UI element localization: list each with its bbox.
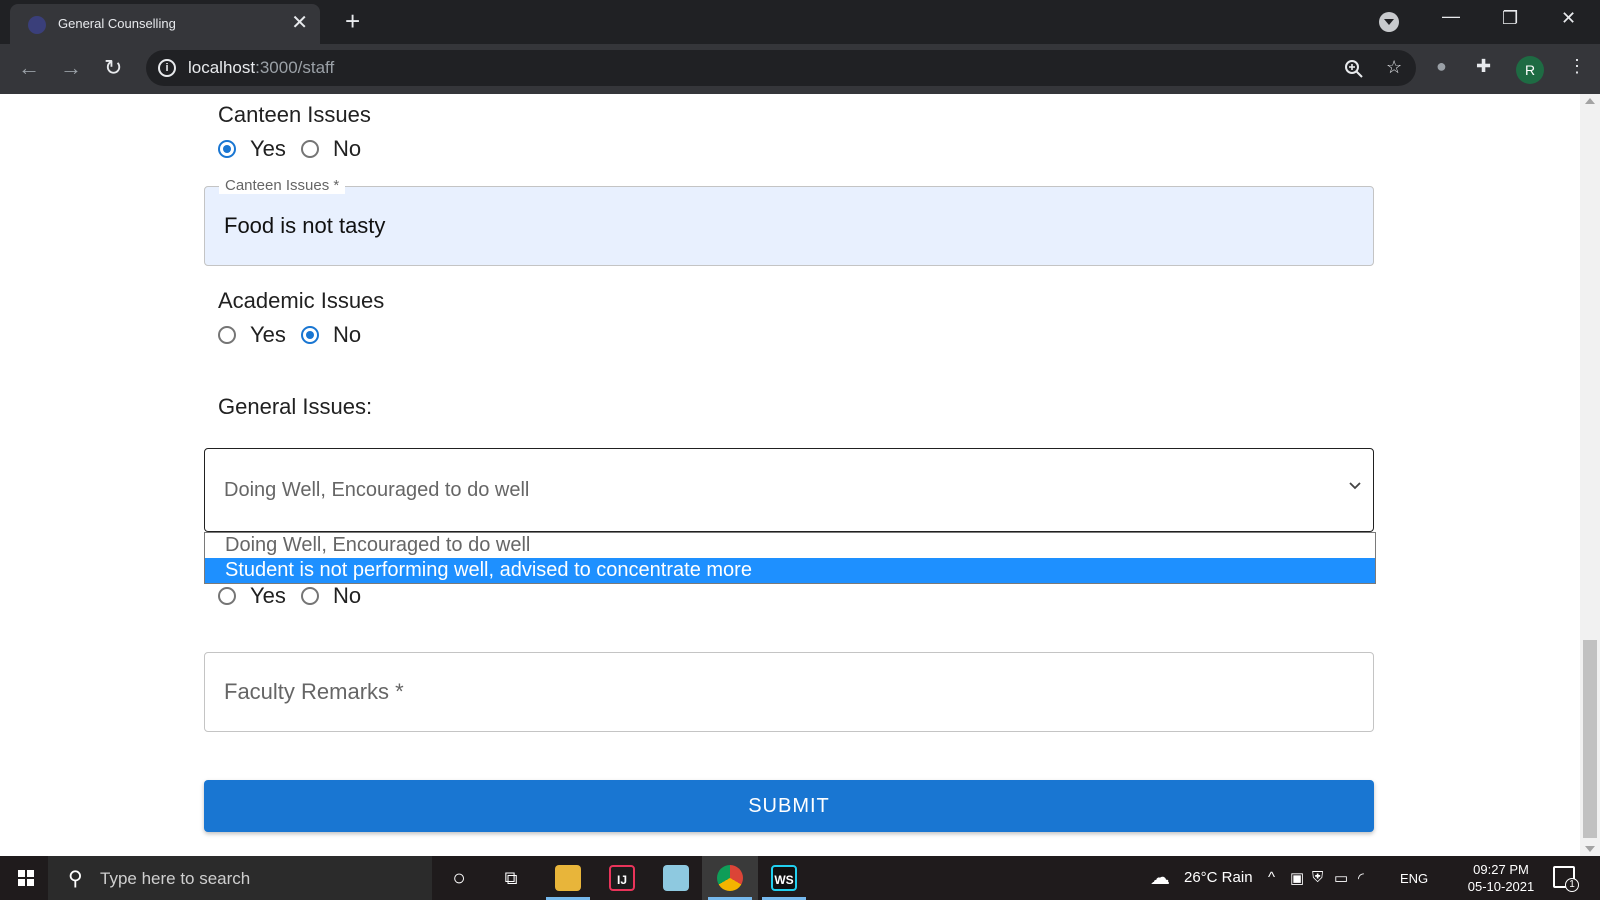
browser-tab[interactable]: General Counselling ✕ <box>10 4 320 44</box>
profile-avatar[interactable]: R <box>1516 56 1544 84</box>
back-icon[interactable]: ← <box>18 56 40 80</box>
minimize-icon[interactable]: — <box>1442 6 1460 27</box>
windows-taskbar: ⚲ Type here to search ○ ⧉ IJ WS ☁ 26°C R… <box>0 856 1600 900</box>
submit-button[interactable]: SUBMIT <box>204 780 1374 832</box>
notepad-icon <box>663 865 689 891</box>
close-tab-icon[interactable]: ✕ <box>291 13 308 33</box>
security-icon[interactable]: ⛨ <box>1312 869 1323 886</box>
canteen-issues-value[interactable]: Food is not tasty <box>224 213 385 239</box>
canteen-issues-field-label: Canteen Issues * <box>219 177 346 194</box>
notification-count-badge: 1 <box>1565 878 1579 892</box>
restore-icon[interactable]: ❐ <box>1502 8 1518 29</box>
new-tab-button[interactable]: + <box>345 8 360 34</box>
taskbar-search-placeholder: Type here to search <box>100 869 251 888</box>
url-text[interactable]: localhost:3000/staff <box>188 58 334 78</box>
notepad-app[interactable] <box>648 856 704 900</box>
battery-icon[interactable]: ▭ <box>1334 869 1348 887</box>
hidden-question-yes-radio[interactable] <box>218 587 236 605</box>
weather-cloud-icon[interactable]: ☁ <box>1150 865 1170 890</box>
intellij-icon: IJ <box>609 865 635 891</box>
faculty-remarks-field[interactable]: Faculty Remarks * <box>204 652 1374 732</box>
hidden-question-no-label: No <box>333 583 362 608</box>
site-info-icon[interactable]: i <box>158 59 176 77</box>
browser-toolbar: ← → ↻ i localhost:3000/staff ☆ ● ✚ R ⋮ <box>0 44 1600 94</box>
canteen-no-radio[interactable] <box>301 140 319 158</box>
zoom-icon[interactable] <box>1344 59 1364 79</box>
tab-title: General Counselling <box>58 16 176 31</box>
meet-now-icon[interactable]: ▣ <box>1290 869 1304 887</box>
academic-no-radio[interactable] <box>301 326 319 344</box>
extensions-puzzle-icon[interactable]: ✚ <box>1476 56 1491 77</box>
file-explorer-app[interactable] <box>540 856 596 900</box>
close-window-icon[interactable]: ✕ <box>1561 8 1576 29</box>
academic-yes-radio[interactable] <box>218 326 236 344</box>
language-indicator[interactable]: ENG <box>1400 871 1428 886</box>
chevron-down-icon <box>1349 482 1361 490</box>
tab-search-icon[interactable] <box>1379 12 1399 32</box>
show-hidden-icons-icon[interactable]: ^ <box>1268 869 1275 886</box>
webstorm-icon: WS <box>771 865 797 891</box>
faculty-remarks-placeholder: Faculty Remarks * <box>224 679 404 704</box>
cortana-icon[interactable]: ○ <box>444 864 474 892</box>
general-issues-option[interactable]: Doing Well, Encouraged to do well <box>205 533 1375 558</box>
clock-time: 09:27 PM <box>1473 862 1529 877</box>
clock-date: 05-10-2021 <box>1467 879 1535 894</box>
browser-tab-bar: General Counselling ✕ + — ❐ ✕ <box>0 0 1600 44</box>
page-scrollbar[interactable] <box>1580 94 1600 856</box>
canteen-no-label: No <box>333 136 362 161</box>
browser-menu-icon[interactable]: ⋮ <box>1568 56 1586 77</box>
general-issues-selected-value: Doing Well, Encouraged to do well <box>224 479 530 501</box>
folder-icon <box>555 865 581 891</box>
general-issues-label: General Issues: <box>218 394 373 419</box>
taskbar-clock[interactable]: 09:27 PM 05-10-2021 <box>1466 861 1536 895</box>
windows-start-icon[interactable] <box>18 870 34 886</box>
academic-issues-question: Academic Issues <box>218 288 385 313</box>
task-view-icon[interactable]: ⧉ <box>496 864 526 892</box>
webstorm-app[interactable]: WS <box>756 856 812 900</box>
bookmark-star-icon[interactable]: ☆ <box>1386 57 1402 78</box>
reload-icon[interactable]: ↻ <box>104 56 122 80</box>
site-favicon-icon <box>28 16 46 34</box>
general-issues-dropdown-list: Doing Well, Encouraged to do well Studen… <box>204 532 1376 584</box>
canteen-yes-label: Yes <box>250 136 286 161</box>
forward-icon[interactable]: → <box>60 56 82 80</box>
hidden-question-yes-label: Yes <box>250 583 286 608</box>
canteen-issues-field[interactable]: Canteen Issues * Food is not tasty <box>204 177 1374 266</box>
academic-yes-label: Yes <box>250 322 286 347</box>
canteen-issues-question: Canteen Issues <box>218 102 371 127</box>
chrome-app[interactable] <box>702 856 758 900</box>
url-host: localhost <box>188 58 256 77</box>
address-bar[interactable]: i localhost:3000/staff ☆ <box>146 50 1416 86</box>
canteen-yes-radio[interactable] <box>218 140 236 158</box>
general-issues-option-highlighted[interactable]: Student is not performing well, advised … <box>205 558 1375 583</box>
chrome-icon <box>717 865 743 891</box>
hidden-question-no-radio[interactable] <box>301 587 319 605</box>
page-content: Canteen Issues Yes No Canteen Issues * F… <box>0 94 1580 856</box>
scroll-up-arrow-icon[interactable] <box>1585 98 1595 104</box>
intellij-app[interactable]: IJ <box>594 856 650 900</box>
general-issues-select[interactable]: Doing Well, Encouraged to do well <box>204 448 1374 532</box>
extension-mouse-icon[interactable]: ● <box>1436 56 1447 77</box>
search-icon: ⚲ <box>68 868 83 890</box>
url-path: :3000/staff <box>255 58 335 77</box>
academic-no-label: No <box>333 322 362 347</box>
scroll-down-arrow-icon[interactable] <box>1585 846 1595 852</box>
notification-center-icon[interactable]: 1 <box>1553 866 1579 892</box>
weather-text[interactable]: 26°C Rain <box>1184 869 1253 886</box>
taskbar-search-box[interactable]: ⚲ Type here to search <box>48 856 432 900</box>
scroll-thumb[interactable] <box>1583 640 1597 838</box>
wifi-icon[interactable]: ◜ <box>1358 869 1364 887</box>
